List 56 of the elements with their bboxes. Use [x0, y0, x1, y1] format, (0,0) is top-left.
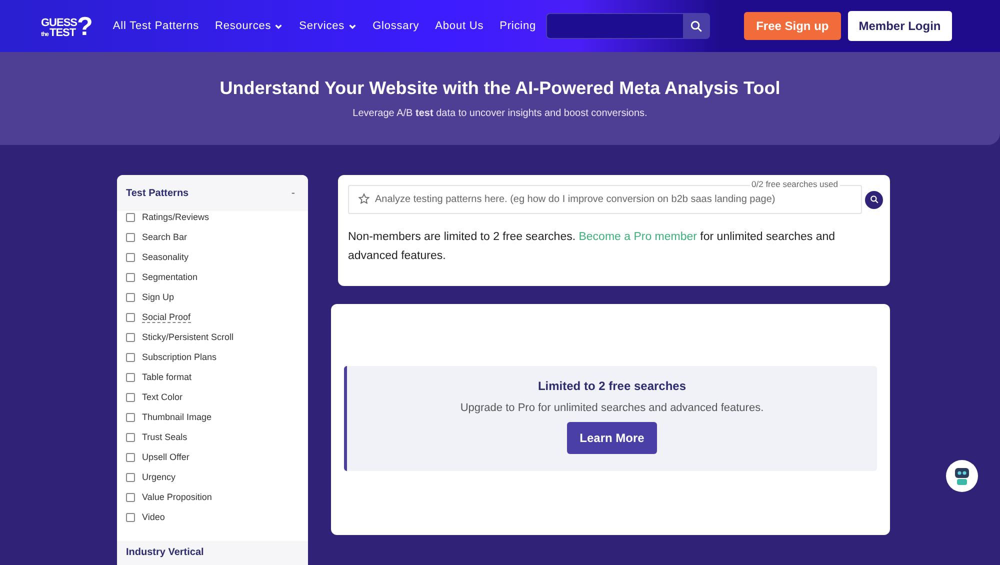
checkbox[interactable]	[126, 332, 135, 342]
checkbox[interactable]	[126, 492, 135, 502]
section-header[interactable]: Test Patterns -	[117, 175, 308, 211]
filter-label: Search Bar	[142, 232, 188, 242]
filter-label: Ratings/Reviews	[142, 212, 210, 222]
filter-label: Thumbnail Image	[142, 412, 212, 422]
upgrade-text: Upgrade to Pro for unlimited searches and advanced features.	[460, 402, 764, 414]
notice-text: Non-members are limited to 2 free searches. Become a Pro member for unlimited searches and advanced features.	[348, 230, 836, 264]
filter-label: Table format	[142, 372, 192, 382]
nav-link[interactable]: Glossary	[372, 20, 420, 32]
filter-label: Sticky/Persistent Scroll	[142, 332, 234, 342]
filter-label: Subscription Plans	[142, 352, 217, 362]
checkbox[interactable]	[126, 412, 135, 422]
checkbox[interactable]	[126, 452, 135, 462]
filter-label: Text Color	[142, 392, 183, 402]
checkbox[interactable]	[126, 272, 135, 282]
nav-link[interactable]: About Us	[435, 20, 484, 32]
checkbox[interactable]	[126, 212, 135, 222]
search-field[interactable]	[546, 13, 684, 39]
filter-label: Sign Up	[142, 292, 174, 302]
checkbox[interactable]	[126, 432, 135, 442]
nav-link[interactable]: Resources	[214, 20, 284, 32]
checkbox[interactable]	[126, 352, 135, 362]
checkbox[interactable]	[126, 292, 135, 302]
nav-link[interactable]: All Test Patterns	[112, 20, 199, 32]
collapse-toggle[interactable]: -	[291, 188, 295, 198]
hero-subtitle: Leverage A/B test data to uncover insights and boost conversions.	[352, 108, 648, 119]
checkbox[interactable]	[126, 312, 135, 322]
checkbox[interactable]	[126, 472, 135, 482]
checkbox[interactable]	[126, 392, 135, 402]
section-title: Industry Vertical	[126, 547, 204, 558]
section-title: Test Patterns	[126, 188, 189, 198]
filter-label: Urgency	[142, 472, 176, 482]
filter-label: Video	[142, 512, 165, 522]
filter-label: Trust Seals	[142, 432, 188, 442]
search-button[interactable]	[683, 13, 710, 39]
filter-label: Segmentation	[142, 272, 198, 282]
search-button[interactable]	[865, 190, 883, 208]
hero-title: Understand Your Website with the AI-Powered Meta Analysis Tool	[220, 78, 780, 99]
checkbox[interactable]	[126, 372, 135, 382]
section-header[interactable]: Industry Vertical	[117, 541, 308, 565]
filter-label: Seasonality	[142, 252, 189, 262]
filter-label: Social Proof	[142, 312, 191, 322]
checkbox[interactable]	[126, 232, 135, 242]
upgrade-title: Limited to 2 free searches	[538, 379, 686, 393]
filter-label: Value Proposition	[142, 492, 212, 502]
nav-link[interactable]: Services	[299, 20, 357, 32]
learn-more-button[interactable]: Learn More	[566, 422, 658, 454]
filter-label: Upsell Offer	[142, 452, 190, 462]
checkbox[interactable]	[126, 512, 135, 522]
login-button[interactable]: Member Login	[848, 11, 952, 41]
nav-link[interactable]: Pricing	[500, 20, 536, 32]
checkbox[interactable]	[126, 252, 135, 262]
search-icon	[690, 20, 704, 32]
chatbot-button[interactable]	[946, 460, 978, 492]
search-icon	[870, 195, 878, 204]
